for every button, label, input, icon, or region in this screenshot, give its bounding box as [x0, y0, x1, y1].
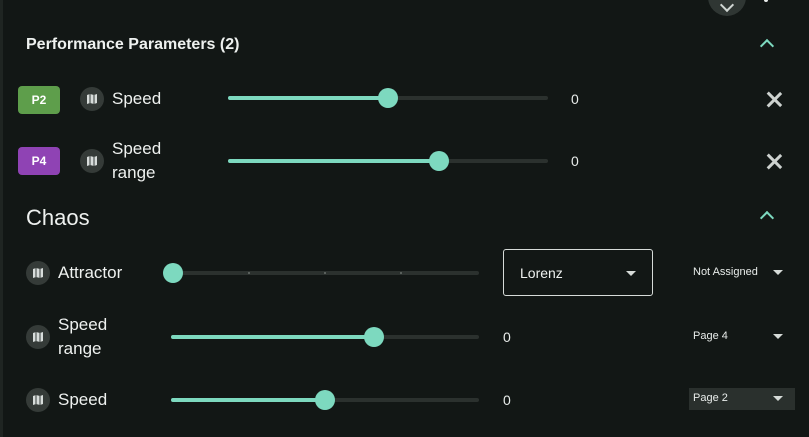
caret-down-icon [773, 270, 783, 275]
param-value: 0 [571, 91, 579, 107]
slider-fill [228, 159, 440, 163]
slider-thumb[interactable] [364, 327, 385, 347]
param-value: 0 [571, 153, 579, 169]
param-label: Speed range [112, 139, 162, 182]
close-icon[interactable] [765, 152, 783, 170]
param-slider[interactable] [171, 327, 479, 347]
map-icon [26, 388, 50, 412]
attractor-select[interactable]: Lorenz [503, 249, 653, 296]
attractor-slider[interactable] [163, 263, 479, 283]
param-slider[interactable] [171, 390, 479, 410]
slider-fill [228, 96, 388, 100]
param-label: Attractor [58, 263, 123, 282]
section-title-performance: Performance Parameters (2) [26, 36, 240, 53]
chevron-down-icon [719, 0, 735, 13]
param-badge-p4[interactable]: P4 [18, 147, 60, 175]
more-menu-icon[interactable] [764, 0, 770, 6]
assignment-value: Not Assigned [693, 266, 758, 278]
chevron-up-icon[interactable] [760, 36, 774, 50]
map-icon [80, 87, 104, 111]
param-slider[interactable] [228, 88, 548, 108]
param-label: Speed [112, 89, 162, 108]
caret-down-icon [773, 334, 783, 339]
attractor-select-value: Lorenz [520, 265, 563, 281]
assignment-select[interactable]: Page 2 [689, 388, 795, 410]
scroll-up-button[interactable] [708, 0, 746, 16]
param-value: 0 [503, 329, 511, 345]
slider-tick [324, 272, 326, 274]
slider-fill [171, 398, 325, 402]
param-slider[interactable] [228, 151, 548, 171]
param-label: Speed [58, 390, 108, 409]
slider-tick [400, 272, 402, 274]
param-value: 0 [503, 392, 511, 408]
param-label: Speed range [58, 315, 108, 358]
chevron-up-icon[interactable] [760, 208, 774, 222]
map-icon [26, 325, 50, 349]
chaos-panel: Performance Parameters (2) P2 Speed 0 P4… [0, 0, 809, 437]
assignment-select[interactable]: Not Assigned [689, 262, 795, 284]
slider-track [173, 271, 479, 275]
map-icon [26, 261, 50, 285]
param-badge-p2[interactable]: P2 [18, 86, 60, 114]
panel-border [0, 0, 3, 437]
slider-thumb[interactable] [378, 88, 398, 108]
slider-thumb[interactable] [315, 390, 335, 410]
slider-thumb[interactable] [429, 151, 450, 171]
assignment-value: Page 2 [693, 392, 728, 404]
slider-fill [171, 335, 375, 339]
caret-down-icon [626, 271, 636, 276]
assignment-value: Page 4 [693, 330, 728, 342]
close-icon[interactable] [765, 90, 783, 108]
section-title-chaos: Chaos [26, 205, 90, 230]
caret-down-icon [773, 396, 783, 401]
slider-thumb[interactable] [163, 263, 183, 283]
map-icon [80, 149, 104, 173]
assignment-select[interactable]: Page 4 [689, 326, 795, 348]
slider-tick [248, 272, 250, 274]
